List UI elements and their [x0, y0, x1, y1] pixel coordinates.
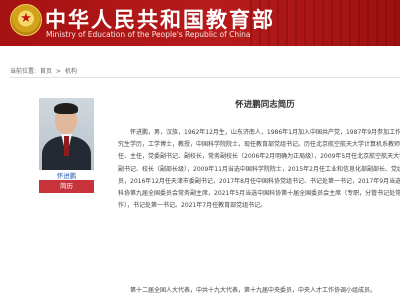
breadcrumb: 当前位置: 首页 > 机构 — [10, 66, 79, 75]
article-title: 怀进鹏同志简历 — [235, 100, 295, 110]
site-subtitle: Ministry of Education of the People's Re… — [46, 30, 251, 39]
portrait-hair — [54, 103, 78, 114]
resume-tab-button[interactable]: 简历 — [39, 180, 94, 193]
article-footer-paragraph: 第十二届全国人大代表，中共十九大代表，第十九届中央委员，中央人才工作协调小组成员… — [130, 287, 377, 294]
profile-name[interactable]: 怀进鹏 — [39, 170, 94, 180]
portrait-photo — [39, 98, 94, 170]
national-emblem-icon[interactable]: ★ — [10, 4, 42, 36]
breadcrumb-prefix: 当前位置: — [10, 68, 37, 75]
emblem-star-icon: ★ — [20, 11, 32, 26]
breadcrumb-separator: > — [55, 68, 61, 75]
article-body: 怀进鹏，男，汉族，1962年12月生，山东济南人，1986年1月加入中国共产党，… — [118, 129, 400, 210]
site-header: ★ 中华人民共和国教育部 Ministry of Education of th… — [0, 0, 400, 46]
portrait-tie — [64, 136, 69, 156]
breadcrumb-divider — [10, 77, 400, 78]
breadcrumb-institutions-link[interactable]: 机构 — [65, 68, 77, 75]
breadcrumb-home-link[interactable]: 首页 — [40, 68, 52, 75]
